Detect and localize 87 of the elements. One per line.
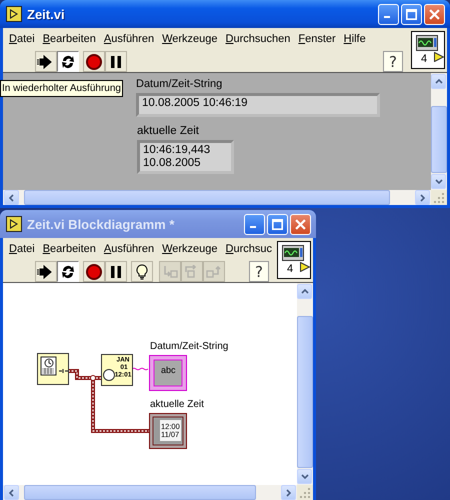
loop-arrows-icon <box>60 54 76 70</box>
menu-item[interactable]: Hilfe <box>344 33 366 48</box>
scroll-down-button[interactable] <box>297 469 312 484</box>
menu-item[interactable]: Bearbeiten <box>42 243 96 258</box>
scroll-left-button[interactable] <box>4 190 19 205</box>
resize-grip-icon[interactable] <box>433 192 445 204</box>
help-button[interactable]: ? <box>249 261 269 282</box>
run-continuously-button[interactable] <box>57 51 79 72</box>
scroll-down-button[interactable] <box>431 174 446 189</box>
menu-item[interactable]: Datei <box>9 33 35 48</box>
scroll-right-button[interactable] <box>281 485 296 500</box>
chevron-up-icon <box>300 289 308 294</box>
close-icon <box>429 8 440 20</box>
menu-item[interactable]: Werkzeuge <box>162 243 218 258</box>
maximize-button[interactable] <box>401 4 422 24</box>
abort-button[interactable] <box>83 51 105 72</box>
close-button[interactable] <box>424 4 445 24</box>
connector-number: 4 <box>421 53 428 65</box>
close-icon <box>295 218 306 230</box>
scroll-up-button[interactable] <box>297 284 312 299</box>
minimize-button[interactable] <box>378 4 399 24</box>
scroll-thumb[interactable] <box>24 485 256 500</box>
string-terminal[interactable] <box>149 355 187 391</box>
menu-item[interactable]: Fenster <box>298 33 336 48</box>
tooltip: In wiederholter Ausführung <box>0 80 123 97</box>
connector-number: 4 <box>287 263 294 275</box>
chevron-right-icon <box>420 194 425 202</box>
terminal-label: Datum/Zeit-String <box>150 341 228 352</box>
menu-item[interactable]: Ausführen <box>104 33 154 48</box>
scroll-thumb[interactable] <box>297 316 313 468</box>
maximize-icon <box>272 218 283 230</box>
control-label: Datum/Zeit-String <box>136 78 224 90</box>
triangle-icon <box>300 262 310 272</box>
pause-button[interactable] <box>105 261 127 282</box>
window-title: Zeit.vi Blockdiagramm * <box>27 216 176 232</box>
monitor-icon <box>416 35 438 51</box>
resize-grip-icon[interactable] <box>299 486 311 498</box>
menu-item[interactable]: Datei <box>9 243 35 258</box>
chevron-left-icon <box>9 194 14 202</box>
window-title: Zeit.vi <box>27 6 66 22</box>
monitor-icon <box>282 245 304 261</box>
maximize-icon <box>406 8 417 20</box>
run-button[interactable] <box>35 261 57 282</box>
highlight-button[interactable] <box>131 261 153 282</box>
control-label: aktuelle Zeit <box>137 125 200 137</box>
menu-item[interactable]: Ausführen <box>104 243 154 258</box>
step-out-icon <box>206 264 222 278</box>
chevron-right-icon <box>286 488 291 496</box>
loop-arrows-icon <box>60 264 76 280</box>
menu-item[interactable]: Durchsuc <box>226 243 272 258</box>
chevron-up-icon <box>434 79 442 84</box>
menu-item[interactable]: Durchsuchen <box>226 33 290 48</box>
abort-button[interactable] <box>83 261 105 282</box>
run-button[interactable] <box>35 51 57 72</box>
pause-icon <box>109 264 123 278</box>
triangle-icon <box>434 52 444 62</box>
run-continuously-button[interactable] <box>57 261 79 282</box>
string-wire <box>132 368 148 370</box>
help-button[interactable]: ? <box>383 51 403 72</box>
menu-item[interactable]: Werkzeuge <box>162 33 218 48</box>
pause-icon <box>109 54 123 68</box>
wire-junction <box>90 375 96 381</box>
terminal-type-text: abc <box>161 365 176 375</box>
scroll-right-button[interactable] <box>415 190 430 205</box>
step-into-icon <box>162 264 178 278</box>
terminal-label: aktuelle Zeit <box>150 399 204 410</box>
stop-icon <box>85 262 103 280</box>
scroll-up-button[interactable] <box>431 74 446 89</box>
chevron-down-icon <box>434 179 442 184</box>
minimize-icon <box>250 226 256 228</box>
minimize-icon <box>384 16 390 18</box>
vi-icon <box>6 216 22 232</box>
connector-pane[interactable]: 4 <box>277 241 311 279</box>
timestamp-terminal[interactable] <box>149 413 187 449</box>
connector-pane[interactable]: 4 <box>411 31 445 69</box>
menu-item[interactable]: Bearbeiten <box>42 33 96 48</box>
stop-icon <box>85 52 103 70</box>
chevron-down-icon <box>300 474 308 479</box>
string-indicator: 10.08.2005 10:46:19 <box>136 93 380 117</box>
chevron-left-icon <box>9 488 14 496</box>
date-time-function-node[interactable] <box>37 353 69 385</box>
lightbulb-icon <box>135 264 149 280</box>
scroll-left-button[interactable] <box>4 485 19 500</box>
scroll-thumb[interactable] <box>431 106 447 173</box>
timestamp-indicator: 10:46:19,443 10.08.2005 <box>137 140 234 174</box>
pause-button[interactable] <box>105 51 127 72</box>
vi-icon <box>6 6 22 22</box>
